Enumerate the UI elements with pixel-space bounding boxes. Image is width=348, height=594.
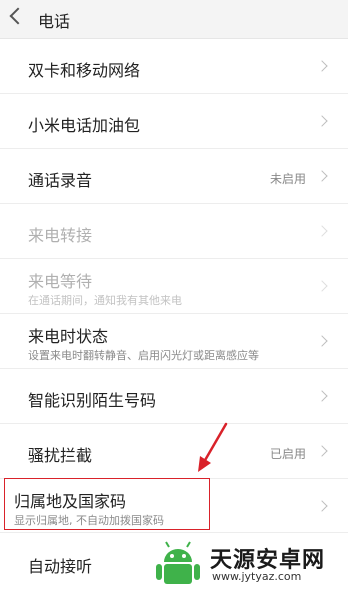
back-arrow-icon[interactable] <box>9 7 27 25</box>
item-label: 双卡和移动网络 <box>28 61 141 80</box>
chevron-right-icon <box>316 225 328 237</box>
item-label: 智能识别陌生号码 <box>28 391 157 410</box>
android-robot-icon <box>156 541 200 584</box>
settings-item-call-forwarding: 来电转接 <box>0 204 348 259</box>
item-status: 已启用 <box>269 447 306 461</box>
item-description: 在通话期间，通知我有其他来电 <box>28 294 182 307</box>
item-label: 小米电话加油包 <box>28 116 141 135</box>
chevron-right-icon <box>316 390 328 402</box>
watermark-url: www.jytyaz.com <box>212 570 302 583</box>
item-label: 来电转接 <box>28 226 93 245</box>
item-label: 来电时状态 <box>28 327 109 346</box>
chevron-right-icon <box>316 445 328 457</box>
item-label: 来电等待 <box>28 272 93 291</box>
settings-item-unknown-number-id[interactable]: 智能识别陌生号码 <box>0 369 348 424</box>
settings-item-call-package[interactable]: 小米电话加油包 <box>0 94 348 149</box>
item-label: 自动接听 <box>28 557 93 576</box>
settings-item-call-recording[interactable]: 通话录音 未启用 <box>0 149 348 204</box>
item-status: 未启用 <box>269 172 306 186</box>
page-title: 电话 <box>38 12 71 31</box>
item-description: 设置来电时翻转静音、启用闪光灯或距离感应等 <box>28 349 259 362</box>
settings-item-dual-sim[interactable]: 双卡和移动网络 <box>0 39 348 94</box>
chevron-right-icon <box>316 115 328 127</box>
item-label: 骚扰拦截 <box>28 446 93 465</box>
chevron-right-icon <box>316 500 328 512</box>
watermark-logo: 天源安卓网 www.jytyaz.com <box>150 540 346 590</box>
top-bar: 电话 <box>0 0 348 39</box>
chevron-right-icon <box>316 170 328 182</box>
item-label: 通话录音 <box>28 171 93 190</box>
chevron-right-icon <box>316 60 328 72</box>
settings-item-incoming-call-state[interactable]: 来电时状态 设置来电时翻转静音、启用闪光灯或距离感应等 <box>0 314 348 369</box>
highlight-box <box>4 478 210 530</box>
chevron-right-icon <box>316 335 328 347</box>
chevron-right-icon <box>316 280 328 292</box>
settings-item-call-waiting: 来电等待 在通话期间，通知我有其他来电 <box>0 259 348 314</box>
settings-item-spam-blocking[interactable]: 骚扰拦截 已启用 <box>0 424 348 479</box>
